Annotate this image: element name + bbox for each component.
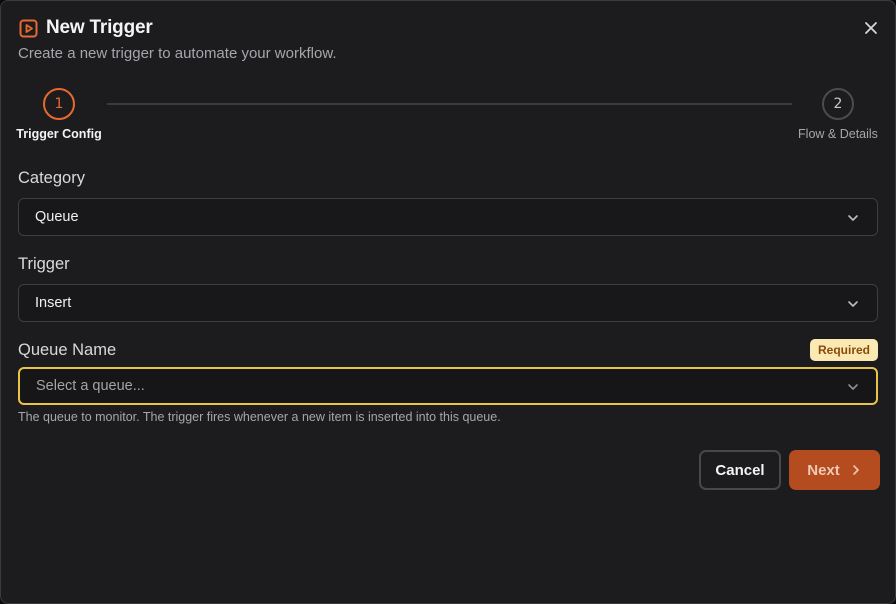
chevron-down-icon xyxy=(848,301,858,307)
close-button[interactable] xyxy=(858,15,884,41)
chevron-down-icon xyxy=(848,384,858,390)
step-label: Flow & Details xyxy=(798,127,878,141)
trigger-label: Trigger xyxy=(18,255,70,273)
queue-name-placeholder: Select a queue... xyxy=(36,378,145,394)
step-number: 1 xyxy=(43,88,75,120)
step-number: 2 xyxy=(822,88,854,120)
step-trigger-config: 1 Trigger Config xyxy=(16,88,102,141)
required-badge: Required xyxy=(809,339,878,361)
dialog-title: New Trigger xyxy=(46,17,153,38)
dialog-subtitle: Create a new trigger to automate your wo… xyxy=(18,45,337,62)
play-square-icon xyxy=(18,18,38,38)
step-flow-details: 2 Flow & Details xyxy=(798,88,878,141)
stepper-connector xyxy=(107,103,792,105)
step-label: Trigger Config xyxy=(16,127,102,141)
close-icon xyxy=(865,22,877,34)
new-trigger-dialog: New Trigger Create a new trigger to auto… xyxy=(0,0,896,604)
category-value: Queue xyxy=(35,209,79,225)
chevron-down-icon xyxy=(848,215,858,221)
cancel-button[interactable]: Cancel xyxy=(699,450,781,490)
queue-name-help-text: The queue to monitor. The trigger fires … xyxy=(18,410,501,424)
cancel-button-label: Cancel xyxy=(715,461,765,479)
queue-name-label: Queue Name xyxy=(18,341,117,359)
dialog-header: New Trigger xyxy=(18,15,878,41)
category-select[interactable]: Queue xyxy=(18,198,878,236)
next-button-label: Next xyxy=(807,461,840,479)
trigger-value: Insert xyxy=(35,295,72,311)
trigger-select[interactable]: Insert xyxy=(18,284,878,322)
category-label: Category xyxy=(18,169,85,187)
stepper: 1 Trigger Config 2 Flow & Details xyxy=(16,88,878,144)
queue-name-select[interactable]: Select a queue... xyxy=(18,367,878,405)
chevron-right-icon xyxy=(850,464,862,476)
next-button[interactable]: Next xyxy=(789,450,880,490)
